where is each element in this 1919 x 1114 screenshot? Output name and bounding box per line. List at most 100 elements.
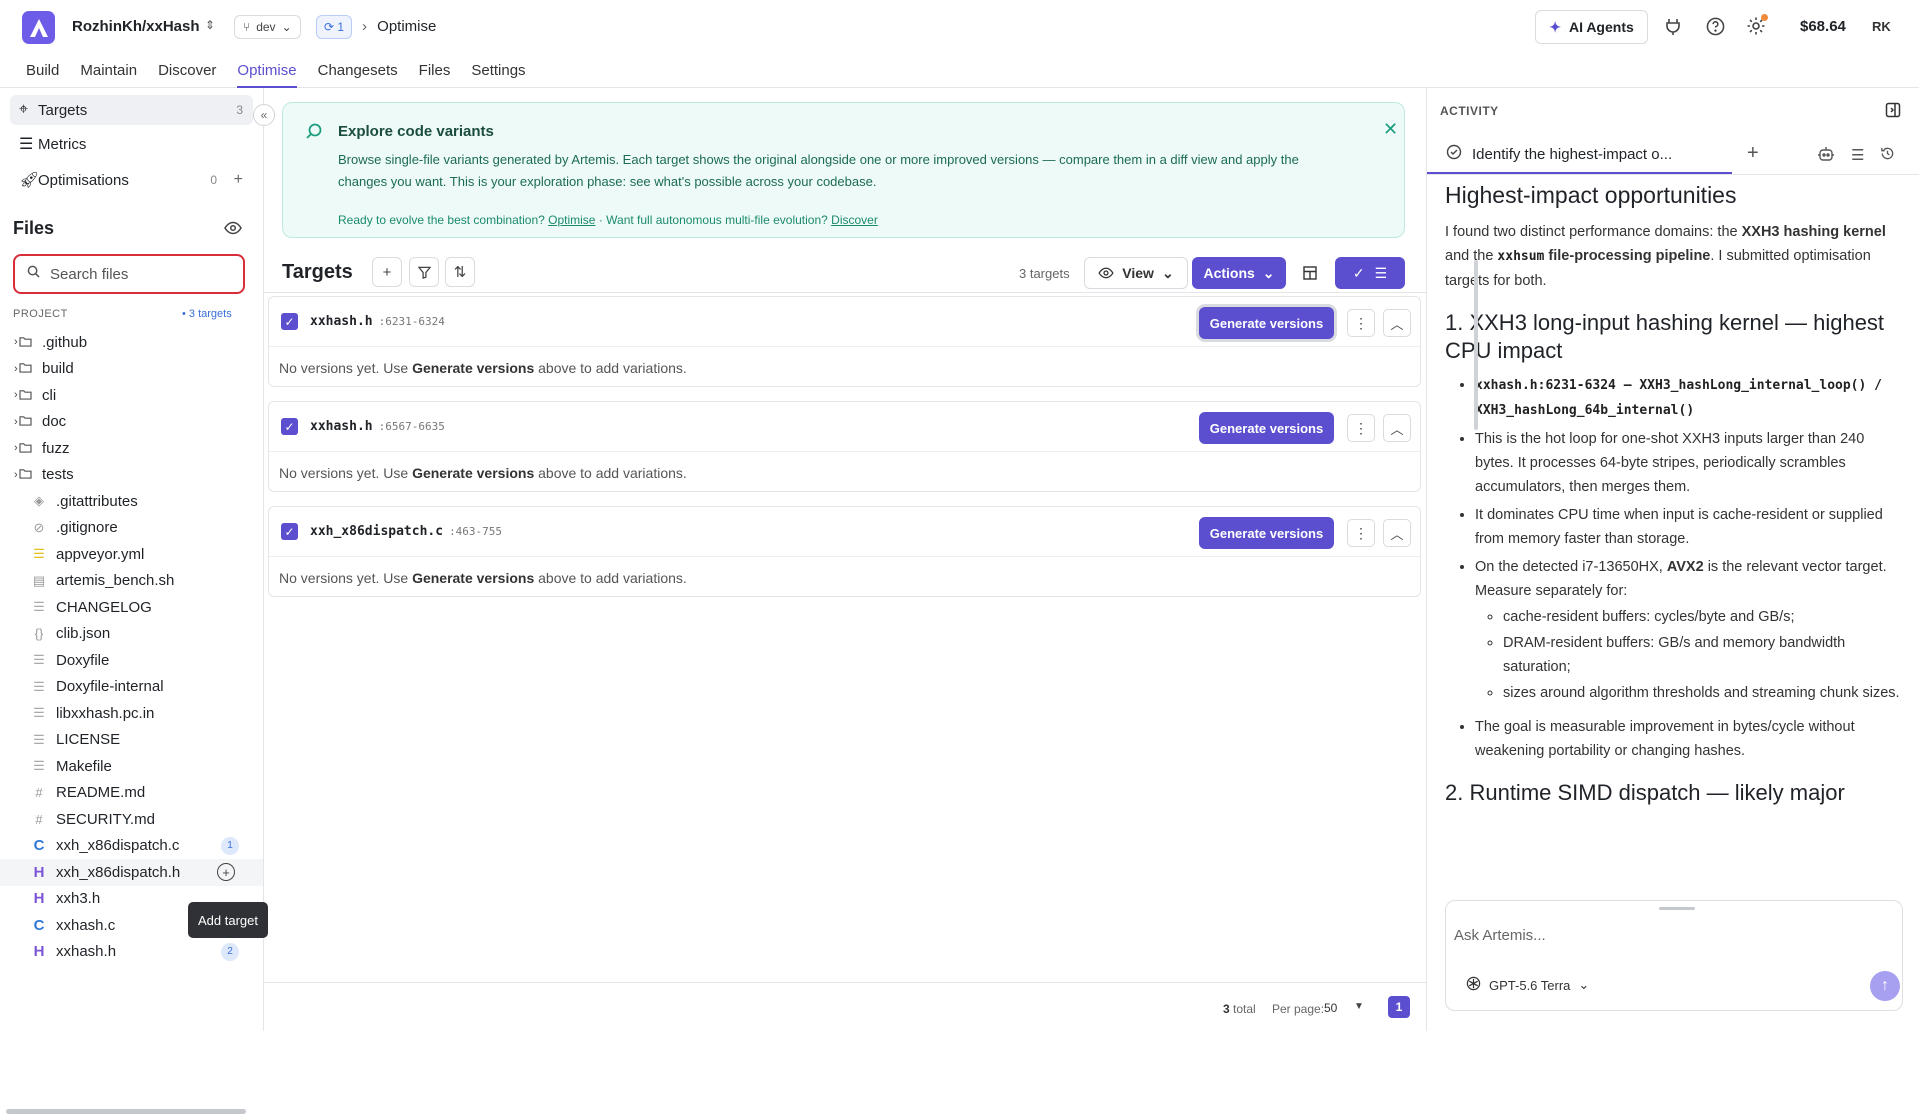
list-item: On the detected i7-13650HX, AVX2 is the … (1475, 555, 1900, 705)
more-options-icon[interactable]: ⋮ (1347, 519, 1375, 547)
view-button[interactable]: View ⌄ (1084, 257, 1188, 289)
ai-agents-button[interactable]: ✦ AI Agents (1535, 10, 1648, 44)
folder-row[interactable]: › cli (0, 382, 263, 409)
folder-row[interactable]: › build (0, 356, 263, 383)
eye-icon[interactable] (224, 221, 242, 239)
sort-button[interactable]: ⇅ (445, 257, 475, 287)
chevron-up-icon[interactable]: ︿ (1383, 414, 1411, 442)
tab-maintain[interactable]: Maintain (80, 62, 137, 88)
generate-versions-button[interactable]: Generate versions (1199, 412, 1334, 444)
close-icon[interactable]: ✕ (1383, 119, 1398, 140)
select-all-button[interactable]: ✓ ☰ (1335, 257, 1405, 289)
actions-label: Actions (1203, 265, 1255, 281)
actions-button[interactable]: Actions ⌄ (1192, 257, 1286, 289)
target-checkbox[interactable]: ✓ (281, 313, 298, 330)
folder-row[interactable]: › .github (0, 329, 263, 356)
search-files-field[interactable] (13, 254, 245, 294)
help-icon[interactable] (1703, 14, 1727, 38)
targets-count-label: 3 targets (1019, 266, 1070, 281)
model-selector[interactable]: GPT-5.6 Terra ⌄ (1466, 976, 1589, 994)
tab-settings[interactable]: Settings (471, 62, 525, 88)
list-icon[interactable]: ☰ (1851, 146, 1864, 166)
per-page-select[interactable]: 50 (1324, 1001, 1337, 1015)
optimise-link[interactable]: Optimise (548, 213, 595, 227)
file-row[interactable]: ☰ LICENSE (0, 727, 263, 754)
activity-tab[interactable]: Identify the highest-impact o... (1427, 136, 1732, 174)
add-target-icon[interactable]: + (217, 863, 235, 882)
artemis-logo[interactable] (22, 11, 55, 44)
plug-icon[interactable] (1661, 14, 1685, 38)
panel-toggle-icon[interactable] (1885, 102, 1901, 122)
target-checkbox[interactable]: ✓ (281, 418, 298, 435)
collapse-sidebar-icon[interactable]: « (253, 104, 275, 126)
chevron-right-icon[interactable]: › (0, 416, 18, 428)
chevron-right-icon[interactable]: › (0, 442, 18, 454)
search-files-input[interactable] (50, 265, 230, 283)
activity-tab-label: Identify the highest-impact o... (1472, 145, 1673, 163)
add-optimisation-icon[interactable]: + (234, 171, 243, 189)
file-type-icon: ☰ (33, 546, 45, 562)
chevron-right-icon[interactable]: › (0, 363, 18, 375)
tab-changesets[interactable]: Changesets (318, 62, 398, 88)
target-checkbox[interactable]: ✓ (281, 523, 298, 540)
repo-switch-icon[interactable]: ⇕ (205, 18, 215, 32)
file-type-icon: C (33, 837, 45, 855)
folder-row[interactable]: › doc (0, 409, 263, 436)
file-row[interactable]: ☰ appveyor.yml (0, 541, 263, 568)
file-row[interactable]: ☰ libxxhash.pc.in (0, 700, 263, 727)
folder-row[interactable]: › tests (0, 462, 263, 489)
file-row[interactable]: # SECURITY.md (0, 806, 263, 833)
sidebar-scrollbar[interactable] (6, 1109, 246, 1114)
file-row[interactable]: {} clib.json (0, 621, 263, 648)
more-options-icon[interactable]: ⋮ (1347, 414, 1375, 442)
chevron-up-icon[interactable]: ︿ (1383, 309, 1411, 337)
file-row[interactable]: ▤ artemis_bench.sh (0, 568, 263, 595)
activity-scrollbar[interactable] (1474, 260, 1478, 430)
file-row[interactable]: Hxxh_x86dispatch.h + (0, 859, 263, 886)
file-row[interactable]: ☰ Doxyfile-internal (0, 674, 263, 701)
send-icon[interactable]: ↑ (1870, 971, 1900, 1001)
chevron-right-icon[interactable]: › (0, 469, 18, 481)
settings-gear-icon[interactable] (1744, 14, 1768, 38)
chevron-up-icon[interactable]: ︿ (1383, 519, 1411, 547)
file-row[interactable]: ☰ Makefile (0, 753, 263, 780)
history-icon[interactable] (1880, 146, 1895, 166)
sidebar-item-optimisations[interactable]: 🚀︎ Optimisations 0 + (10, 165, 253, 195)
file-row[interactable]: ⊘ .gitignore (0, 515, 263, 542)
folder-row[interactable]: › fuzz (0, 435, 263, 462)
more-options-icon[interactable]: ⋮ (1347, 309, 1375, 337)
user-avatar[interactable]: RK (1872, 19, 1891, 34)
file-row[interactable]: ☰ CHANGELOG (0, 594, 263, 621)
filter-button[interactable] (409, 257, 439, 287)
tab-files[interactable]: Files (419, 62, 451, 88)
caret-down-icon[interactable]: ▼ (1354, 1001, 1364, 1012)
chat-input[interactable] (1454, 921, 1894, 949)
page-button[interactable]: 1 (1388, 996, 1410, 1018)
new-thread-icon[interactable]: + (1747, 142, 1759, 165)
repo-name[interactable]: RozhinKh/xxHash (72, 18, 200, 35)
sidebar-item-metrics[interactable]: ☰ Metrics (10, 129, 253, 159)
chevron-right-icon[interactable]: › (0, 336, 18, 348)
table-view-button[interactable] (1294, 257, 1326, 289)
sync-badge[interactable]: ⟳ 1 (316, 15, 353, 39)
file-row[interactable]: Cxxh_x86dispatch.c 1 (0, 833, 263, 860)
add-target-button[interactable]: + (372, 257, 402, 287)
generate-versions-button[interactable]: Generate versions (1199, 307, 1334, 339)
sidebar-item-targets[interactable]: ⌖ Targets 3 (10, 95, 253, 125)
per-page-label: Per page: (1272, 1002, 1325, 1016)
sidebar-item-label: Metrics (38, 135, 87, 153)
branch-selector[interactable]: ⑂ dev ⌄ (234, 15, 301, 39)
tab-optimise[interactable]: Optimise (237, 62, 297, 88)
discover-link[interactable]: Discover (831, 213, 878, 227)
file-row[interactable]: # README.md (0, 780, 263, 807)
resize-handle[interactable] (1659, 907, 1695, 910)
generate-versions-button[interactable]: Generate versions (1199, 517, 1334, 549)
chevron-right-icon[interactable]: › (0, 389, 18, 401)
robot-icon[interactable] (1817, 146, 1835, 166)
tab-discover[interactable]: Discover (158, 62, 216, 88)
tab-build[interactable]: Build (26, 62, 59, 88)
file-row[interactable]: Hxxhash.h 2 (0, 939, 263, 966)
folder-icon (18, 388, 32, 403)
file-row[interactable]: ◈ .gitattributes (0, 488, 263, 515)
file-row[interactable]: ☰ Doxyfile (0, 647, 263, 674)
